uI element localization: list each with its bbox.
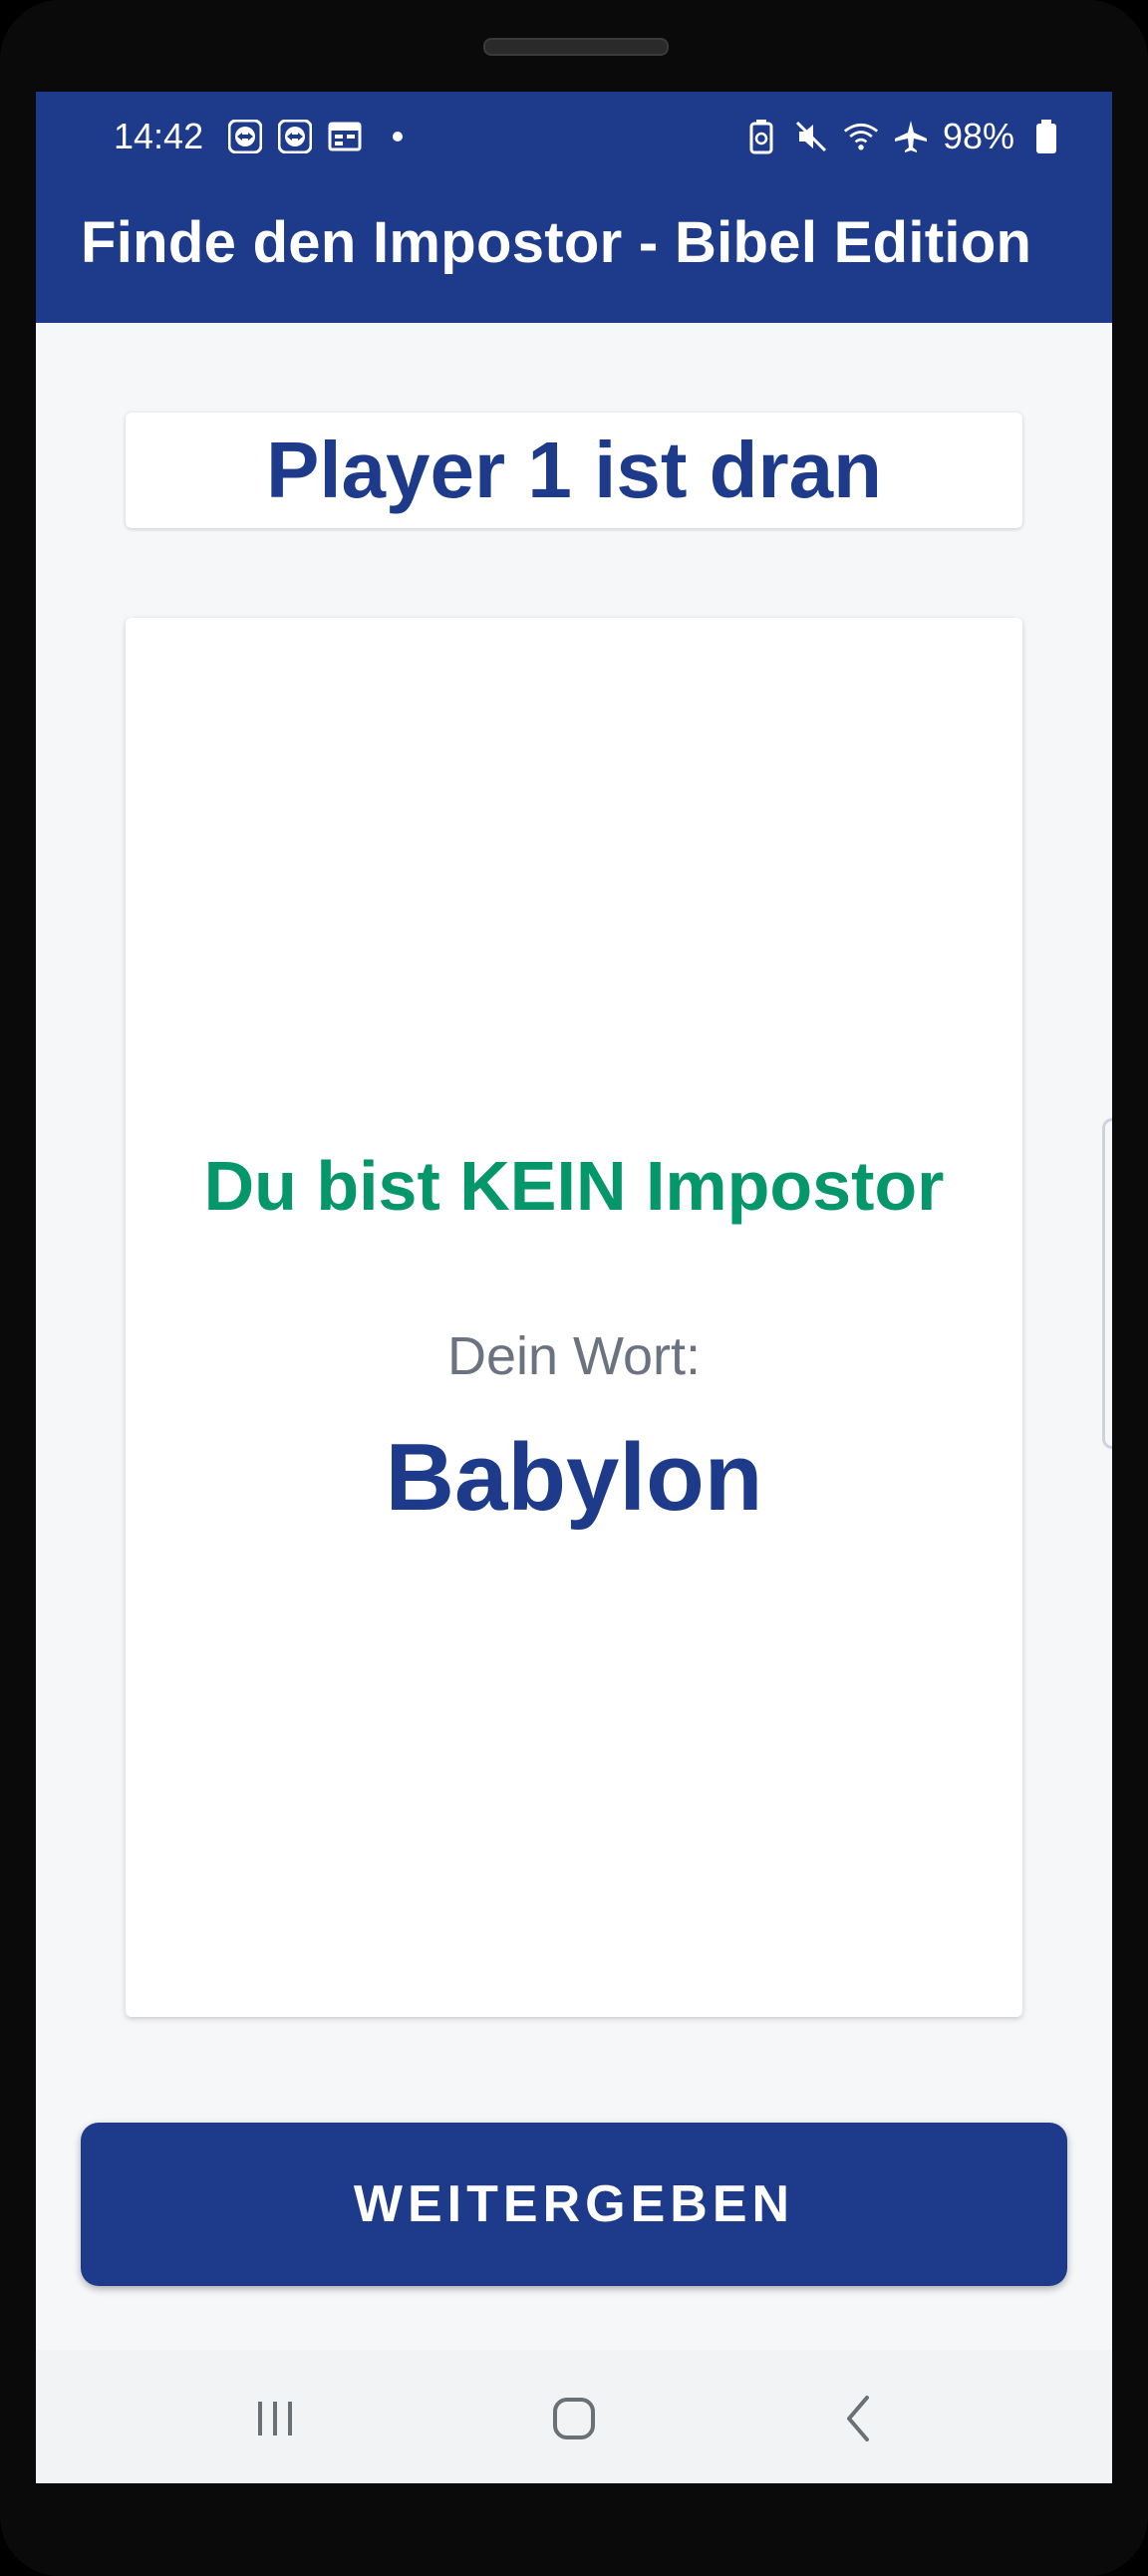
screen: 14:42 98% Finde den Impostor - Bibel Edi… <box>36 92 1112 2483</box>
pass-button[interactable]: WEITERGEBEN <box>81 2123 1067 2286</box>
calendar-icon <box>327 119 363 154</box>
battery-percent: 98% <box>942 116 1014 156</box>
teamviewer-icon <box>277 119 313 154</box>
player-turn-label: Player 1 ist dran <box>265 426 883 514</box>
wifi-icon <box>843 119 879 154</box>
phone-frame: 14:42 98% Finde den Impostor - Bibel Edi… <box>0 0 1148 2576</box>
airplane-icon <box>893 119 929 154</box>
home-icon[interactable] <box>539 2384 609 2453</box>
notification-dot <box>393 132 404 142</box>
battery-saver-icon <box>743 119 779 154</box>
word-card: Du bist KEIN Impostor Dein Wort: Babylon <box>126 618 1022 2017</box>
app-bar: 14:42 98% Finde den Impostor - Bibel Edi… <box>36 92 1112 323</box>
player-turn-card: Player 1 ist dran <box>126 413 1022 528</box>
status-bar: 14:42 98% <box>36 92 1112 181</box>
back-icon[interactable] <box>823 2384 893 2453</box>
status-time: 14:42 <box>114 116 204 156</box>
battery-icon <box>1028 119 1064 154</box>
secret-word: Babylon <box>385 1424 763 1531</box>
app-title: Finde den Impostor - Bibel Edition <box>81 210 1032 275</box>
speaker-grille <box>483 38 669 56</box>
recent-apps-icon[interactable] <box>240 2384 310 2453</box>
system-nav-bar <box>36 2350 1112 2483</box>
teamviewer-icon <box>227 119 263 154</box>
mute-icon <box>793 119 829 154</box>
role-text: Du bist KEIN Impostor <box>203 1147 945 1225</box>
word-label: Dein Wort: <box>446 1326 702 1386</box>
edge-panel-handle[interactable] <box>1102 1118 1112 1449</box>
